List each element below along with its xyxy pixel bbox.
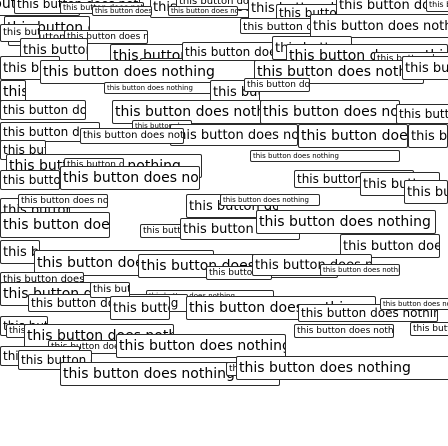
noop-button[interactable]: this button does nothing (0, 212, 110, 238)
noop-button[interactable]: this button does nothing (110, 296, 170, 320)
noop-button[interactable]: this button does nothing (220, 194, 320, 206)
noop-button[interactable]: this button does nothing (298, 124, 408, 148)
noop-button[interactable]: this button does nothing (250, 150, 400, 162)
noop-button[interactable]: this button does nothing (0, 100, 86, 120)
noop-button[interactable]: this button does nothing (320, 264, 400, 276)
noop-button[interactable]: this button does nothing (244, 78, 310, 92)
noop-button[interactable]: this button does nothing (410, 322, 448, 336)
noop-button[interactable]: this button does nothing (18, 194, 108, 208)
noop-button[interactable]: this button does nothing (294, 324, 394, 338)
noop-button[interactable]: this button does nothing (426, 0, 448, 12)
noop-button[interactable]: this button does nothing (80, 128, 184, 144)
noop-button[interactable]: this button does nothing (236, 356, 448, 380)
noop-button[interactable]: this button does nothing (396, 104, 448, 124)
noop-button[interactable]: this button does nothing (92, 6, 152, 16)
noop-button[interactable]: this button does nothing (256, 210, 436, 234)
noop-button[interactable]: this button does nothing (310, 14, 448, 38)
noop-button[interactable]: this button does nothing (104, 82, 214, 94)
noop-button[interactable]: this button does nothing (402, 56, 448, 80)
noop-button[interactable]: this button does nothing (380, 298, 448, 310)
noop-button[interactable]: this button does nothing (168, 6, 238, 16)
button-canvas: this button does nothingthis button does… (0, 0, 448, 446)
noop-button[interactable]: this button does nothing (408, 124, 448, 148)
noop-button[interactable]: this button does nothing (260, 100, 400, 124)
noop-button[interactable]: this button does nothing (404, 180, 448, 204)
noop-button[interactable]: this button does nothing (170, 124, 298, 146)
noop-button[interactable]: this button does nothing (116, 334, 286, 358)
noop-button[interactable]: this button does nothing (0, 170, 60, 190)
noop-button[interactable]: this button does nothing (60, 166, 200, 190)
